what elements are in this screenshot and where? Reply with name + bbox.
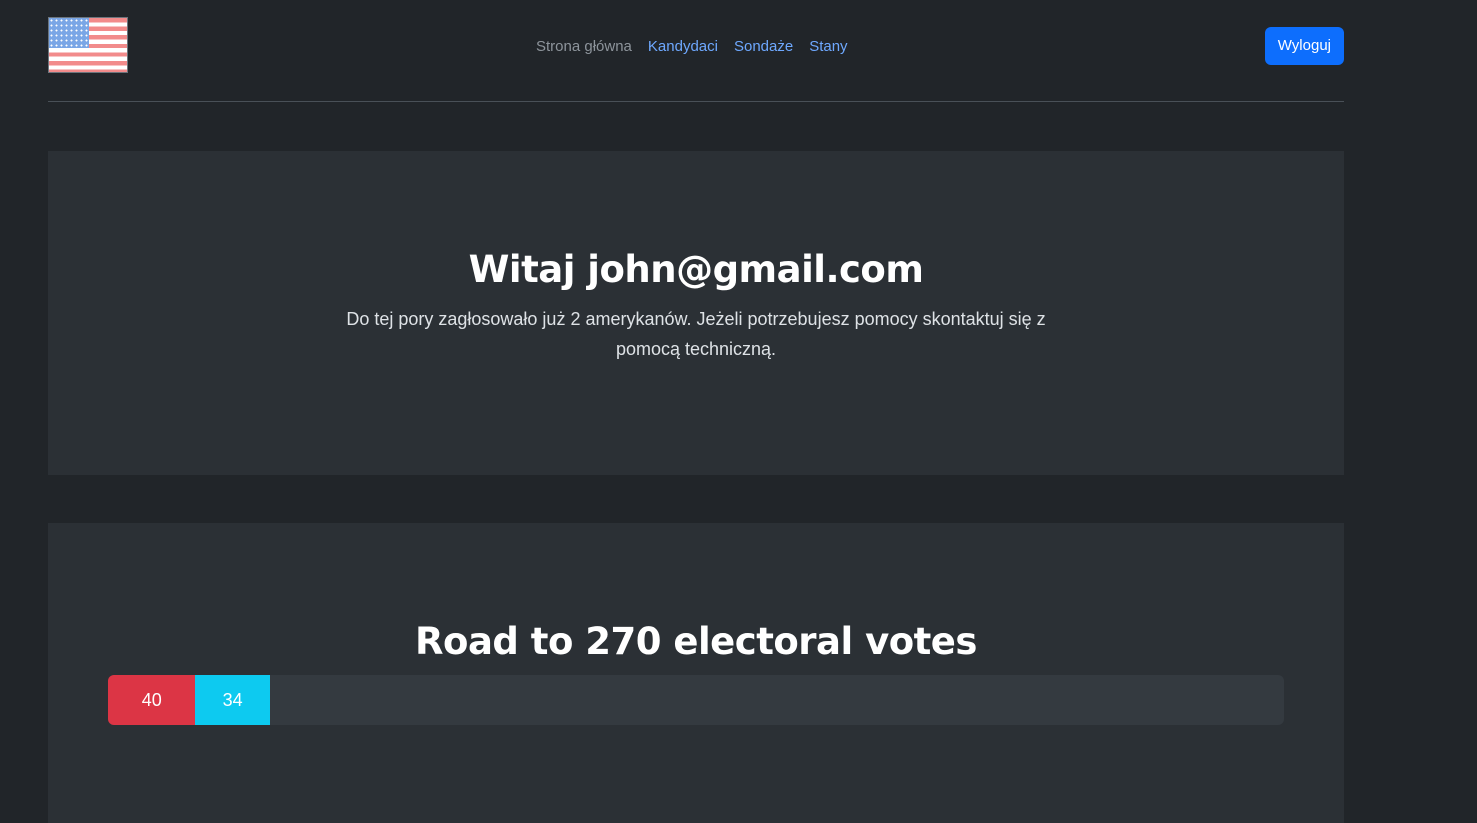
main-nav: Strona główna Kandydaci Sondaże Stany bbox=[528, 36, 856, 58]
welcome-title: Witaj john@gmail.com bbox=[468, 248, 924, 291]
electoral-votes-progress-bar: 40 34 bbox=[108, 675, 1284, 725]
nav-home[interactable]: Strona główna bbox=[528, 36, 640, 58]
logout-button[interactable]: Wyloguj bbox=[1264, 27, 1344, 65]
electoral-votes-title: Road to 270 electoral votes bbox=[415, 620, 977, 663]
nav-candidates[interactable]: Kandydaci bbox=[640, 36, 726, 58]
nav-polls[interactable]: Sondaże bbox=[726, 36, 801, 58]
democrat-votes-segment: 34 bbox=[195, 675, 270, 725]
republican-votes-segment: 40 bbox=[108, 675, 196, 725]
nav-states[interactable]: Stany bbox=[801, 36, 855, 58]
page-container: Strona główna Kandydaci Sondaże Stany Wy… bbox=[48, 0, 1344, 823]
welcome-message: Do tej pory zagłosowało już 2 amerykanów… bbox=[346, 309, 1046, 359]
site-header: Strona główna Kandydaci Sondaże Stany Wy… bbox=[48, 0, 1344, 102]
welcome-panel: Witaj john@gmail.com Do tej pory zagłoso… bbox=[48, 151, 1344, 475]
us-flag-icon[interactable] bbox=[48, 17, 128, 73]
flag-canton bbox=[49, 18, 89, 48]
electoral-votes-panel: Road to 270 electoral votes 40 34 bbox=[48, 523, 1344, 823]
